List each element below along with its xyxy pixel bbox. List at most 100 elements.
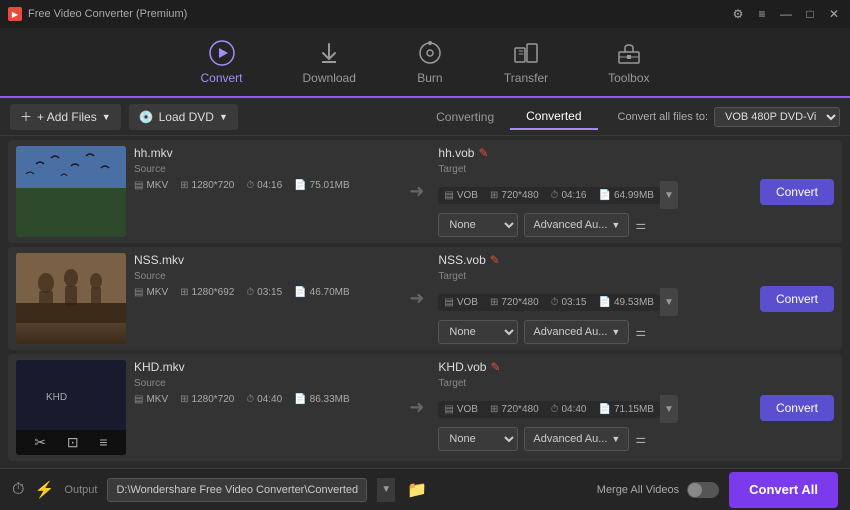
convert-btn-3[interactable]: Convert [760,395,834,421]
thumbnail-2: ✂ ⊡ ≡ [16,253,126,344]
convert-all-button[interactable]: Convert All [729,472,838,508]
source-size-1: 📄 75.01MB [294,180,349,191]
file-item-3: KHD ✂ ⊡ ≡ KHD.mkv Source ▤ MKV ⊞ 1280*72… [8,354,842,461]
format-select[interactable]: VOB 480P DVD-Vi [714,107,840,127]
dvd-icon: 💿 [139,110,154,124]
edit-icon-2[interactable]: ✎ [490,253,500,267]
eq-icon-2[interactable]: ⚌ [635,325,646,339]
convert-btn-2[interactable]: Convert [760,286,834,312]
minimize-btn[interactable]: — [778,6,794,22]
title-bar-left: ▶ Free Video Converter (Premium) [8,7,187,21]
advanced-btn-3[interactable]: Advanced Au... ▼ [524,427,629,451]
svg-text:KHD: KHD [46,392,67,403]
bottom-icons: ⏱ ⚡ [12,480,54,500]
convert-all-to-section: Convert all files to: VOB 480P DVD-Vi [618,107,840,127]
nav-transfer[interactable]: Transfer [504,39,548,85]
target-format-1: ▤ VOB [444,190,478,201]
load-dvd-dropdown-icon: ▼ [219,112,228,122]
settings-btn[interactable]: ⚙ [730,6,746,22]
merge-label: Merge All Videos [597,484,679,496]
effect-select-1[interactable]: None [438,213,518,237]
close-btn[interactable]: ✕ [826,6,842,22]
target-resolution-2: ⊞ 720*480 [490,297,539,308]
maximize-btn[interactable]: □ [802,6,818,22]
tab-converted[interactable]: Converted [510,104,597,130]
nav-convert[interactable]: Convert [200,39,242,85]
target-props-2: ▤ VOB ⊞ 720*480 ⏱ 03:15 📄 49.53MB [438,294,660,311]
effects-icon-3[interactable]: ≡ [99,434,107,451]
convert-btn-1[interactable]: Convert [760,179,834,205]
source-info-2: NSS.mkv Source ▤ MKV ⊞ 1280*692 ⏱ 03:15 … [134,253,395,344]
target-format-dropdown-2[interactable]: ▼ [660,288,678,316]
app-title: Free Video Converter (Premium) [28,8,187,20]
source-filename-1: hh.mkv [134,146,395,160]
title-bar-controls: ⚙ ≡ — □ ✕ [730,6,842,22]
target-filename-3: KHD.vob ✎ [438,360,752,374]
target-lower-2: None Advanced Au... ▼ ⚌ [438,320,752,344]
target-size-2: 📄 49.53MB [598,297,653,308]
source-resolution-3: ⊞ 1280*720 [180,394,234,405]
add-files-dropdown-icon: ▼ [102,112,111,122]
advanced-btn-1[interactable]: Advanced Au... ▼ [524,213,629,237]
burn-icon [416,39,444,67]
tab-converting[interactable]: Converting [420,104,510,130]
target-duration-1: ⏱ 04:16 [551,190,587,201]
source-size-2: 📄 46.70MB [294,287,349,298]
source-format-3: ▤ MKV [134,394,168,405]
source-duration-1: ⏱ 04:16 [246,180,282,191]
target-section-3: KHD.vob ✎ Target ▤ VOB ⊞ 720*480 ⏱ 0 [438,360,752,455]
source-resolution-2: ⊞ 1280*692 [180,287,234,298]
edit-icon-1[interactable]: ✎ [478,146,488,160]
cut-icon-3[interactable]: ✂ [34,434,46,451]
toggle-knob [688,483,702,497]
source-size-3: 📄 86.33MB [294,394,349,405]
eq-icon-3[interactable]: ⚌ [635,432,646,446]
history-icon[interactable]: ⏱ [12,481,24,499]
file-item-2: ✂ ⊡ ≡ NSS.mkv Source ▤ MKV ⊞ 1280*692 ⏱ … [8,247,842,350]
target-size-1: 📄 64.99MB [598,190,653,201]
nav-toolbox[interactable]: Toolbox [608,39,649,85]
nav-toolbox-label: Toolbox [608,71,649,85]
crop-icon-3[interactable]: ⊡ [67,434,79,451]
target-props-3: ▤ VOB ⊞ 720*480 ⏱ 04:40 📄 71.15MB [438,401,660,418]
advanced-dropdown-icon-3: ▼ [611,434,620,444]
target-resolution-3: ⊞ 720*480 [490,404,539,415]
eq-icon-1[interactable]: ⚌ [635,218,646,232]
load-dvd-button[interactable]: 💿 Load DVD ▼ [129,104,238,130]
target-duration-3: ⏱ 04:40 [551,404,587,415]
thumbnail-3: KHD ✂ ⊡ ≡ [16,360,126,455]
advanced-btn-2[interactable]: Advanced Au... ▼ [524,320,629,344]
merge-toggle[interactable] [687,482,719,498]
nav-download[interactable]: Download [303,39,356,85]
file-item-1: ✂ ⊡ ≡ hh.mkv Source ▤ MKV ⊞ 1280*720 ⏱ 0… [8,140,842,243]
add-files-label: + Add Files [37,110,97,124]
output-label: Output [64,484,97,496]
source-props-2: ▤ MKV ⊞ 1280*692 ⏱ 03:15 📄 46.70MB [134,287,395,298]
effect-select-2[interactable]: None [438,320,518,344]
add-files-button[interactable]: ＋ + Add Files ▼ [10,104,121,130]
plus-icon: ＋ [20,108,32,125]
download-icon [315,39,343,67]
tabs: Converting Converted Convert all files t… [420,104,840,130]
nav-download-label: Download [303,71,356,85]
target-format-dropdown-3[interactable]: ▼ [660,395,678,423]
transfer-icon [512,39,540,67]
arrow-2: ➜ [403,253,430,344]
menu-btn[interactable]: ≡ [754,6,770,22]
nav-convert-label: Convert [200,71,242,85]
target-duration-2: ⏱ 03:15 [551,297,587,308]
output-path-dropdown[interactable]: ▼ [377,478,395,502]
power-icon[interactable]: ⚡ [34,480,54,500]
convert-all-to-label: Convert all files to: [618,111,708,123]
effect-select-3[interactable]: None [438,427,518,451]
edit-icon-3[interactable]: ✎ [490,360,500,374]
source-props-3: ▤ MKV ⊞ 1280*720 ⏱ 04:40 📄 86.33MB [134,394,395,405]
target-format-dropdown-1[interactable]: ▼ [660,181,678,209]
folder-icon[interactable]: 📁 [407,480,427,500]
thumbnail-1: ✂ ⊡ ≡ [16,146,126,237]
nav-burn[interactable]: Burn [416,39,444,85]
source-format-1: ▤ MKV [134,180,168,191]
source-info-3: KHD.mkv Source ▤ MKV ⊞ 1280*720 ⏱ 04:40 … [134,360,395,455]
load-dvd-label: Load DVD [159,110,214,124]
merge-section: Merge All Videos [597,482,719,498]
